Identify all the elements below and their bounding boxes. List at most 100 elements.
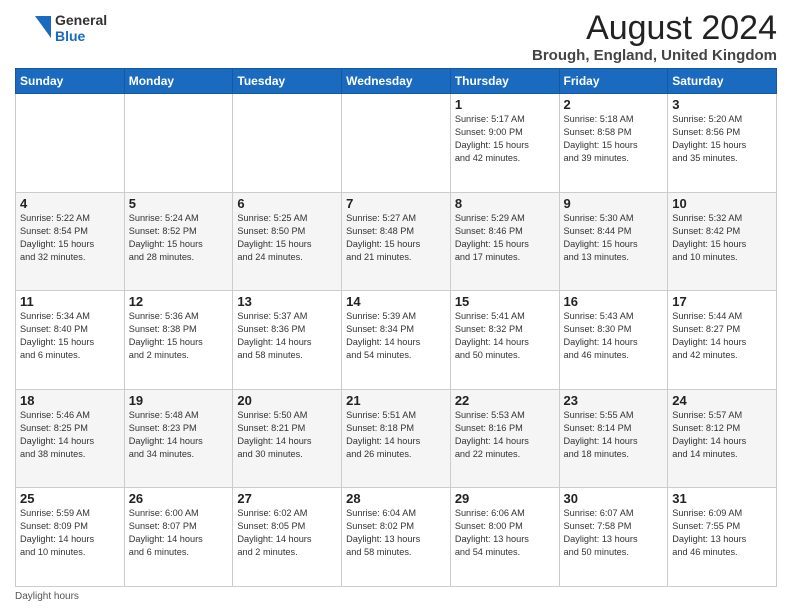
day-info: Sunrise: 5:24 AM Sunset: 8:52 PM Dayligh… <box>129 212 229 264</box>
day-number: 19 <box>129 393 229 408</box>
week-row-1: 1Sunrise: 5:17 AM Sunset: 9:00 PM Daylig… <box>16 94 777 193</box>
calendar-cell: 16Sunrise: 5:43 AM Sunset: 8:30 PM Dayli… <box>559 291 668 390</box>
day-number: 16 <box>564 294 664 309</box>
calendar-cell: 9Sunrise: 5:30 AM Sunset: 8:44 PM Daylig… <box>559 192 668 291</box>
title-block: August 2024 Brough, England, United King… <box>532 10 777 64</box>
calendar-cell: 25Sunrise: 5:59 AM Sunset: 8:09 PM Dayli… <box>16 488 125 587</box>
day-number: 6 <box>237 196 337 211</box>
week-row-5: 25Sunrise: 5:59 AM Sunset: 8:09 PM Dayli… <box>16 488 777 587</box>
day-number: 2 <box>564 97 664 112</box>
calendar-cell: 4Sunrise: 5:22 AM Sunset: 8:54 PM Daylig… <box>16 192 125 291</box>
calendar-cell: 10Sunrise: 5:32 AM Sunset: 8:42 PM Dayli… <box>668 192 777 291</box>
day-info: Sunrise: 5:18 AM Sunset: 8:58 PM Dayligh… <box>564 113 664 165</box>
day-number: 10 <box>672 196 772 211</box>
day-number: 28 <box>346 491 446 506</box>
col-header-sunday: Sunday <box>16 69 125 94</box>
day-info: Sunrise: 5:46 AM Sunset: 8:25 PM Dayligh… <box>20 409 120 461</box>
calendar-cell: 31Sunrise: 6:09 AM Sunset: 7:55 PM Dayli… <box>668 488 777 587</box>
logo-text: GeneralBlue <box>55 12 107 44</box>
calendar-cell <box>16 94 125 193</box>
day-number: 5 <box>129 196 229 211</box>
day-number: 12 <box>129 294 229 309</box>
day-number: 31 <box>672 491 772 506</box>
day-info: Sunrise: 6:04 AM Sunset: 8:02 PM Dayligh… <box>346 507 446 559</box>
day-number: 22 <box>455 393 555 408</box>
day-info: Sunrise: 5:41 AM Sunset: 8:32 PM Dayligh… <box>455 310 555 362</box>
day-number: 29 <box>455 491 555 506</box>
calendar-cell: 24Sunrise: 5:57 AM Sunset: 8:12 PM Dayli… <box>668 389 777 488</box>
week-row-4: 18Sunrise: 5:46 AM Sunset: 8:25 PM Dayli… <box>16 389 777 488</box>
week-row-2: 4Sunrise: 5:22 AM Sunset: 8:54 PM Daylig… <box>16 192 777 291</box>
day-number: 1 <box>455 97 555 112</box>
calendar-cell: 26Sunrise: 6:00 AM Sunset: 8:07 PM Dayli… <box>124 488 233 587</box>
calendar-cell: 22Sunrise: 5:53 AM Sunset: 8:16 PM Dayli… <box>450 389 559 488</box>
day-info: Sunrise: 6:09 AM Sunset: 7:55 PM Dayligh… <box>672 507 772 559</box>
day-info: Sunrise: 5:51 AM Sunset: 8:18 PM Dayligh… <box>346 409 446 461</box>
calendar-table: SundayMondayTuesdayWednesdayThursdayFrid… <box>15 68 777 587</box>
calendar-cell: 2Sunrise: 5:18 AM Sunset: 8:58 PM Daylig… <box>559 94 668 193</box>
day-info: Sunrise: 5:32 AM Sunset: 8:42 PM Dayligh… <box>672 212 772 264</box>
day-info: Sunrise: 5:25 AM Sunset: 8:50 PM Dayligh… <box>237 212 337 264</box>
day-number: 7 <box>346 196 446 211</box>
calendar-cell: 8Sunrise: 5:29 AM Sunset: 8:46 PM Daylig… <box>450 192 559 291</box>
footer: Daylight hours <box>15 591 777 602</box>
day-info: Sunrise: 5:55 AM Sunset: 8:14 PM Dayligh… <box>564 409 664 461</box>
col-header-friday: Friday <box>559 69 668 94</box>
day-number: 20 <box>237 393 337 408</box>
calendar-cell: 7Sunrise: 5:27 AM Sunset: 8:48 PM Daylig… <box>342 192 451 291</box>
logo-svg <box>15 10 51 46</box>
day-info: Sunrise: 5:44 AM Sunset: 8:27 PM Dayligh… <box>672 310 772 362</box>
day-info: Sunrise: 5:39 AM Sunset: 8:34 PM Dayligh… <box>346 310 446 362</box>
calendar-cell: 20Sunrise: 5:50 AM Sunset: 8:21 PM Dayli… <box>233 389 342 488</box>
calendar-cell: 30Sunrise: 6:07 AM Sunset: 7:58 PM Dayli… <box>559 488 668 587</box>
location-title: Brough, England, United Kingdom <box>532 47 777 64</box>
calendar-cell <box>233 94 342 193</box>
day-info: Sunrise: 6:07 AM Sunset: 7:58 PM Dayligh… <box>564 507 664 559</box>
calendar-cell: 23Sunrise: 5:55 AM Sunset: 8:14 PM Dayli… <box>559 389 668 488</box>
col-header-tuesday: Tuesday <box>233 69 342 94</box>
calendar-cell: 28Sunrise: 6:04 AM Sunset: 8:02 PM Dayli… <box>342 488 451 587</box>
calendar-header-row: SundayMondayTuesdayWednesdayThursdayFrid… <box>16 69 777 94</box>
day-number: 30 <box>564 491 664 506</box>
calendar-cell: 13Sunrise: 5:37 AM Sunset: 8:36 PM Dayli… <box>233 291 342 390</box>
day-number: 18 <box>20 393 120 408</box>
day-info: Sunrise: 6:06 AM Sunset: 8:00 PM Dayligh… <box>455 507 555 559</box>
week-row-3: 11Sunrise: 5:34 AM Sunset: 8:40 PM Dayli… <box>16 291 777 390</box>
day-number: 23 <box>564 393 664 408</box>
calendar-cell <box>124 94 233 193</box>
day-number: 26 <box>129 491 229 506</box>
calendar-cell: 5Sunrise: 5:24 AM Sunset: 8:52 PM Daylig… <box>124 192 233 291</box>
day-info: Sunrise: 5:53 AM Sunset: 8:16 PM Dayligh… <box>455 409 555 461</box>
calendar-cell: 11Sunrise: 5:34 AM Sunset: 8:40 PM Dayli… <box>16 291 125 390</box>
calendar-cell: 17Sunrise: 5:44 AM Sunset: 8:27 PM Dayli… <box>668 291 777 390</box>
day-number: 13 <box>237 294 337 309</box>
day-number: 21 <box>346 393 446 408</box>
day-number: 15 <box>455 294 555 309</box>
calendar-cell: 21Sunrise: 5:51 AM Sunset: 8:18 PM Dayli… <box>342 389 451 488</box>
day-info: Sunrise: 5:17 AM Sunset: 9:00 PM Dayligh… <box>455 113 555 165</box>
day-info: Sunrise: 5:59 AM Sunset: 8:09 PM Dayligh… <box>20 507 120 559</box>
day-info: Sunrise: 5:48 AM Sunset: 8:23 PM Dayligh… <box>129 409 229 461</box>
calendar-cell: 27Sunrise: 6:02 AM Sunset: 8:05 PM Dayli… <box>233 488 342 587</box>
day-info: Sunrise: 5:36 AM Sunset: 8:38 PM Dayligh… <box>129 310 229 362</box>
day-number: 3 <box>672 97 772 112</box>
day-info: Sunrise: 5:34 AM Sunset: 8:40 PM Dayligh… <box>20 310 120 362</box>
logo-general: General <box>55 12 107 28</box>
day-info: Sunrise: 5:30 AM Sunset: 8:44 PM Dayligh… <box>564 212 664 264</box>
day-info: Sunrise: 5:27 AM Sunset: 8:48 PM Dayligh… <box>346 212 446 264</box>
day-number: 25 <box>20 491 120 506</box>
page: GeneralBlue August 2024 Brough, England,… <box>0 0 792 612</box>
calendar-cell: 3Sunrise: 5:20 AM Sunset: 8:56 PM Daylig… <box>668 94 777 193</box>
day-number: 11 <box>20 294 120 309</box>
daylight-label: Daylight hours <box>15 591 79 602</box>
calendar-cell: 6Sunrise: 5:25 AM Sunset: 8:50 PM Daylig… <box>233 192 342 291</box>
day-info: Sunrise: 5:22 AM Sunset: 8:54 PM Dayligh… <box>20 212 120 264</box>
day-info: Sunrise: 6:00 AM Sunset: 8:07 PM Dayligh… <box>129 507 229 559</box>
day-info: Sunrise: 5:29 AM Sunset: 8:46 PM Dayligh… <box>455 212 555 264</box>
calendar-cell <box>342 94 451 193</box>
day-number: 14 <box>346 294 446 309</box>
day-info: Sunrise: 5:20 AM Sunset: 8:56 PM Dayligh… <box>672 113 772 165</box>
day-info: Sunrise: 5:57 AM Sunset: 8:12 PM Dayligh… <box>672 409 772 461</box>
col-header-thursday: Thursday <box>450 69 559 94</box>
day-info: Sunrise: 5:43 AM Sunset: 8:30 PM Dayligh… <box>564 310 664 362</box>
